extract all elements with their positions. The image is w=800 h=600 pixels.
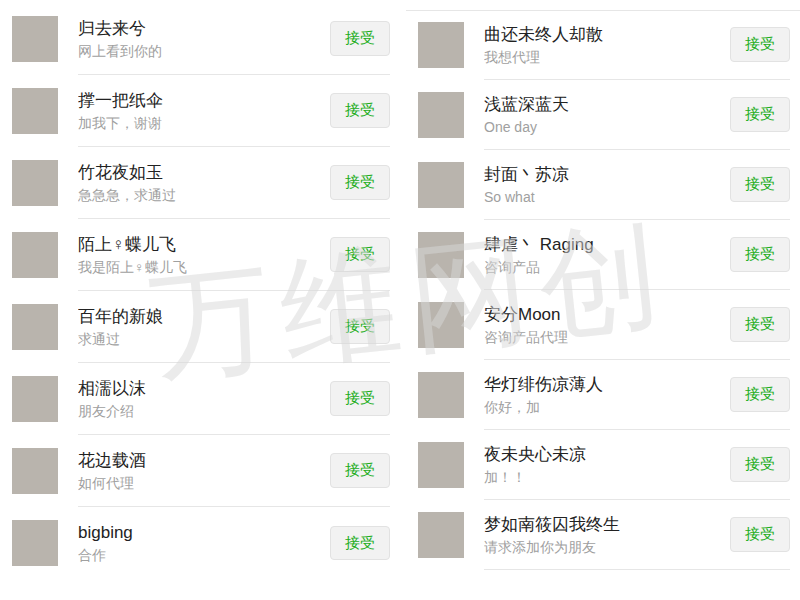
avatar-photo <box>418 302 464 348</box>
avatar-photo <box>12 448 58 494</box>
avatar-photo <box>12 376 58 422</box>
accept-button[interactable]: 接受 <box>330 165 390 200</box>
avatar-photo <box>12 160 58 206</box>
avatar-photo <box>418 232 464 278</box>
requester-name: 相濡以沫 <box>78 377 330 401</box>
request-message: 朋友介绍 <box>78 401 330 421</box>
request-message: 请求添加你为朋友 <box>484 537 730 557</box>
avatar-photo <box>418 162 464 208</box>
friend-request-row: 竹花夜如玉急急急，求通过接受 <box>0 147 400 219</box>
requester-name: 竹花夜如玉 <box>78 161 330 185</box>
accept-button[interactable]: 接受 <box>330 93 390 128</box>
requester-name: bigbing <box>78 521 330 545</box>
request-message: 我想代理 <box>484 47 730 67</box>
screenshot: 归去来兮网上看到你的接受撑一把纸伞加我下，谢谢接受竹花夜如玉急急急，求通过接受陌… <box>0 0 800 600</box>
requester-name: 华灯绯伤凉薄人 <box>484 373 730 397</box>
accept-button[interactable]: 接受 <box>330 526 390 561</box>
friend-request-row: 浅蓝深蓝天One day接受 <box>406 80 800 150</box>
request-list-right: 曲还未终人却散我想代理接受浅蓝深蓝天One day接受封面丶苏凉So what接… <box>406 0 800 600</box>
friend-request-row: 归去来兮网上看到你的接受 <box>0 3 400 75</box>
avatar-photo <box>12 16 58 62</box>
avatar-photo <box>12 88 58 134</box>
avatar-photo <box>12 232 58 278</box>
requester-name: 百年的新娘 <box>78 305 330 329</box>
friend-request-row: 百年的新娘求通过接受 <box>0 291 400 363</box>
avatar-photo <box>418 372 464 418</box>
request-message: 如何代理 <box>78 473 330 493</box>
avatar-photo <box>418 22 464 68</box>
accept-button[interactable]: 接受 <box>330 453 390 488</box>
requester-name: 撑一把纸伞 <box>78 89 330 113</box>
accept-button[interactable]: 接受 <box>730 307 790 342</box>
avatar-photo <box>418 512 464 558</box>
accept-button[interactable]: 接受 <box>730 377 790 412</box>
avatar-photo <box>12 304 58 350</box>
request-message: 咨询产品代理 <box>484 327 730 347</box>
request-message: 网上看到你的 <box>78 41 330 61</box>
request-message: 急急急，求通过 <box>78 185 330 205</box>
request-message: 加！！ <box>484 467 730 487</box>
request-message: So what <box>484 187 730 207</box>
watermark: 万维网创 <box>145 213 675 387</box>
friend-request-row: 梦如南筱囚我终生请求添加你为朋友接受 <box>406 500 800 570</box>
requester-name: 梦如南筱囚我终生 <box>484 513 730 537</box>
requester-name: 安分Moon <box>484 303 730 327</box>
friend-request-row: 华灯绯伤凉薄人你好，加接受 <box>406 360 800 430</box>
friend-request-row: 夜未央心未凉加！！接受 <box>406 430 800 500</box>
friend-request-row: 陌上♀蝶儿飞我是陌上♀蝶儿飞接受 <box>0 219 400 291</box>
requester-name: 陌上♀蝶儿飞 <box>78 233 330 257</box>
friend-request-row: 安分Moon咨询产品代理接受 <box>406 290 800 360</box>
requester-name: 夜未央心未凉 <box>484 443 730 467</box>
accept-button[interactable]: 接受 <box>330 309 390 344</box>
friend-request-row: bigbing合作接受 <box>0 507 400 566</box>
requester-name: 肆虐丶 Raging <box>484 233 730 257</box>
avatar-photo <box>418 92 464 138</box>
requester-name: 封面丶苏凉 <box>484 163 730 187</box>
request-message: 合作 <box>78 545 330 565</box>
request-message: 你好，加 <box>484 397 730 417</box>
friend-request-row: 肆虐丶 Raging咨询产品接受 <box>406 220 800 290</box>
request-message: 加我下，谢谢 <box>78 113 330 133</box>
accept-button[interactable]: 接受 <box>330 381 390 416</box>
requester-name: 曲还未终人却散 <box>484 23 730 47</box>
avatar-photo <box>12 520 58 566</box>
request-message: 求通过 <box>78 329 330 349</box>
accept-button[interactable]: 接受 <box>730 447 790 482</box>
accept-button[interactable]: 接受 <box>730 27 790 62</box>
avatar-photo <box>418 442 464 488</box>
friend-request-row: 曲还未终人却散我想代理接受 <box>406 10 800 80</box>
friend-request-row: 相濡以沫朋友介绍接受 <box>0 363 400 435</box>
friend-request-row: 花边载酒如何代理接受 <box>0 435 400 507</box>
request-list-left: 归去来兮网上看到你的接受撑一把纸伞加我下，谢谢接受竹花夜如玉急急急，求通过接受陌… <box>0 0 400 566</box>
requester-name: 花边载酒 <box>78 449 330 473</box>
accept-button[interactable]: 接受 <box>730 517 790 552</box>
accept-button[interactable]: 接受 <box>730 237 790 272</box>
accept-button[interactable]: 接受 <box>330 21 390 56</box>
accept-button[interactable]: 接受 <box>730 97 790 132</box>
requester-name: 浅蓝深蓝天 <box>484 93 730 117</box>
accept-button[interactable]: 接受 <box>330 237 390 272</box>
requester-name: 归去来兮 <box>78 17 330 41</box>
request-message: One day <box>484 117 730 137</box>
request-message: 咨询产品 <box>484 257 730 277</box>
friend-request-row: 撑一把纸伞加我下，谢谢接受 <box>0 75 400 147</box>
request-message: 我是陌上♀蝶儿飞 <box>78 257 330 277</box>
friend-request-row: 封面丶苏凉So what接受 <box>406 150 800 220</box>
accept-button[interactable]: 接受 <box>730 167 790 202</box>
